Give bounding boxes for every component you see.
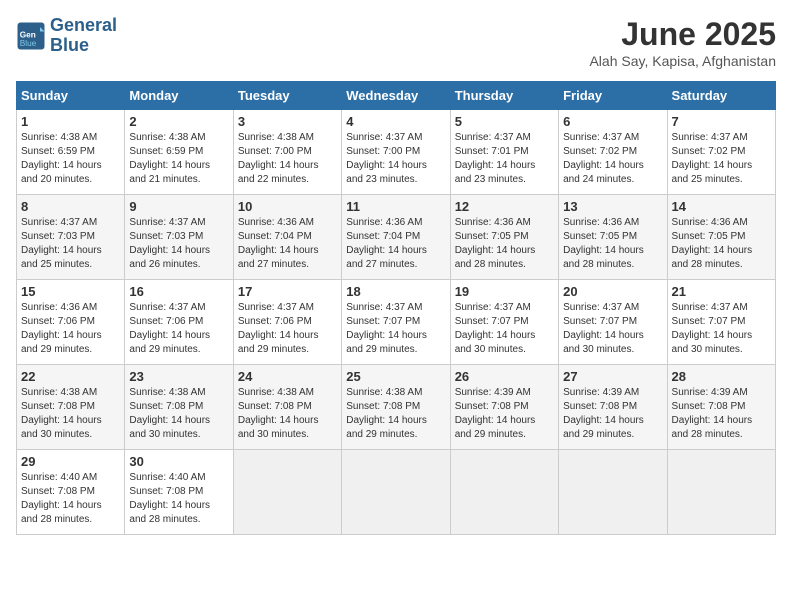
title-section: June 2025 Alah Say, Kapisa, Afghanistan: [589, 16, 776, 69]
calendar-header-row: Sunday Monday Tuesday Wednesday Thursday…: [17, 82, 776, 110]
col-wednesday: Wednesday: [342, 82, 450, 110]
day-20: 20 Sunrise: 4:37 AMSunset: 7:07 PMDaylig…: [559, 280, 667, 365]
day-7: 7 Sunrise: 4:37 AMSunset: 7:02 PMDayligh…: [667, 110, 775, 195]
day-8: 8 Sunrise: 4:37 AMSunset: 7:03 PMDayligh…: [17, 195, 125, 280]
page-header: Gen Blue General Blue June 2025 Alah Say…: [16, 16, 776, 69]
day-16: 16 Sunrise: 4:37 AMSunset: 7:06 PMDaylig…: [125, 280, 233, 365]
day-3: 3 Sunrise: 4:38 AMSunset: 7:00 PMDayligh…: [233, 110, 341, 195]
calendar-table: Sunday Monday Tuesday Wednesday Thursday…: [16, 81, 776, 535]
empty-cell-3: [450, 450, 558, 535]
day-15: 15 Sunrise: 4:36 AMSunset: 7:06 PMDaylig…: [17, 280, 125, 365]
day-24: 24 Sunrise: 4:38 AMSunset: 7:08 PMDaylig…: [233, 365, 341, 450]
main-title: June 2025: [589, 16, 776, 53]
col-monday: Monday: [125, 82, 233, 110]
logo: Gen Blue General Blue: [16, 16, 117, 56]
calendar-week-2: 8 Sunrise: 4:37 AMSunset: 7:03 PMDayligh…: [17, 195, 776, 280]
col-friday: Friday: [559, 82, 667, 110]
day-1: 1 Sunrise: 4:38 AMSunset: 6:59 PMDayligh…: [17, 110, 125, 195]
day-2: 2 Sunrise: 4:38 AMSunset: 6:59 PMDayligh…: [125, 110, 233, 195]
empty-cell-4: [559, 450, 667, 535]
day-28: 28 Sunrise: 4:39 AMSunset: 7:08 PMDaylig…: [667, 365, 775, 450]
day-17: 17 Sunrise: 4:37 AMSunset: 7:06 PMDaylig…: [233, 280, 341, 365]
day-29: 29 Sunrise: 4:40 AMSunset: 7:08 PMDaylig…: [17, 450, 125, 535]
day-30: 30 Sunrise: 4:40 AMSunset: 7:08 PMDaylig…: [125, 450, 233, 535]
calendar-week-5: 29 Sunrise: 4:40 AMSunset: 7:08 PMDaylig…: [17, 450, 776, 535]
day-22: 22 Sunrise: 4:38 AMSunset: 7:08 PMDaylig…: [17, 365, 125, 450]
location-subtitle: Alah Say, Kapisa, Afghanistan: [589, 53, 776, 69]
day-10: 10 Sunrise: 4:36 AMSunset: 7:04 PMDaylig…: [233, 195, 341, 280]
day-27: 27 Sunrise: 4:39 AMSunset: 7:08 PMDaylig…: [559, 365, 667, 450]
col-thursday: Thursday: [450, 82, 558, 110]
col-saturday: Saturday: [667, 82, 775, 110]
day-14: 14 Sunrise: 4:36 AMSunset: 7:05 PMDaylig…: [667, 195, 775, 280]
day-19: 19 Sunrise: 4:37 AMSunset: 7:07 PMDaylig…: [450, 280, 558, 365]
col-tuesday: Tuesday: [233, 82, 341, 110]
logo-text-line1: General: [50, 16, 117, 36]
day-25: 25 Sunrise: 4:38 AMSunset: 7:08 PMDaylig…: [342, 365, 450, 450]
day-18: 18 Sunrise: 4:37 AMSunset: 7:07 PMDaylig…: [342, 280, 450, 365]
empty-cell-1: [233, 450, 341, 535]
day-6: 6 Sunrise: 4:37 AMSunset: 7:02 PMDayligh…: [559, 110, 667, 195]
day-12: 12 Sunrise: 4:36 AMSunset: 7:05 PMDaylig…: [450, 195, 558, 280]
day-13: 13 Sunrise: 4:36 AMSunset: 7:05 PMDaylig…: [559, 195, 667, 280]
logo-icon: Gen Blue: [16, 21, 46, 51]
day-23: 23 Sunrise: 4:38 AMSunset: 7:08 PMDaylig…: [125, 365, 233, 450]
day-5: 5 Sunrise: 4:37 AMSunset: 7:01 PMDayligh…: [450, 110, 558, 195]
day-4: 4 Sunrise: 4:37 AMSunset: 7:00 PMDayligh…: [342, 110, 450, 195]
day-21: 21 Sunrise: 4:37 AMSunset: 7:07 PMDaylig…: [667, 280, 775, 365]
calendar-week-3: 15 Sunrise: 4:36 AMSunset: 7:06 PMDaylig…: [17, 280, 776, 365]
logo-text-line2: Blue: [50, 36, 117, 56]
calendar-week-1: 1 Sunrise: 4:38 AMSunset: 6:59 PMDayligh…: [17, 110, 776, 195]
calendar-week-4: 22 Sunrise: 4:38 AMSunset: 7:08 PMDaylig…: [17, 365, 776, 450]
empty-cell-2: [342, 450, 450, 535]
col-sunday: Sunday: [17, 82, 125, 110]
svg-text:Blue: Blue: [20, 39, 37, 48]
day-26: 26 Sunrise: 4:39 AMSunset: 7:08 PMDaylig…: [450, 365, 558, 450]
day-11: 11 Sunrise: 4:36 AMSunset: 7:04 PMDaylig…: [342, 195, 450, 280]
day-9: 9 Sunrise: 4:37 AMSunset: 7:03 PMDayligh…: [125, 195, 233, 280]
empty-cell-5: [667, 450, 775, 535]
